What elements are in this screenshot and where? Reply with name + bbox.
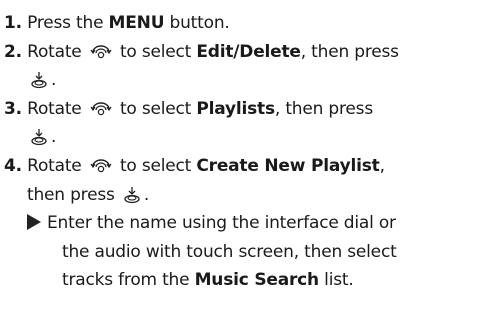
step-2: 2. Rotate to select Edit/Delete, then pr… [4,38,475,67]
step-number: 2. [4,41,22,62]
step-number: 3. [4,98,22,119]
menu-item-label: Create New Playlist [196,155,380,176]
step-text: , then press [274,98,373,119]
step-text: Press the [21,13,109,33]
step-text: Rotate [21,155,87,176]
result-text: tracks from the [62,270,195,291]
press-dial-icon [123,186,141,204]
step-4: 4. Rotate to select Create New Playlist, [4,152,475,181]
step-2-continued: . [4,66,475,95]
press-dial-icon [30,71,48,89]
press-dial-icon [30,128,48,146]
result-line-3: tracks from the Music Search list. [4,266,475,295]
step-3: 3. Rotate to select Playlists, then pres… [4,95,475,124]
step-1: 1. Press the MENU button. [4,9,475,38]
step-text: to select [114,98,197,119]
step-text: , then press [300,41,399,62]
music-search-label: Music Search [194,270,320,291]
period: . [51,127,57,148]
rotate-dial-icon [90,44,112,60]
result-line-2: the audio with touch screen, then select [4,238,475,267]
result-text: the audio with touch screen, then select [62,241,397,262]
menu-button-label: MENU [108,13,165,33]
step-text: , [379,155,385,176]
period: . [143,184,150,205]
menu-item-label: Edit/Delete [196,41,301,62]
step-number: 1. [4,13,22,33]
period: . [51,70,57,91]
result-arrow-icon [27,214,41,231]
step-text: then press [27,184,120,205]
step-text: Rotate [21,98,87,119]
step-text: to select [114,155,197,176]
instruction-steps: 1. Press the MENU button. 2. Rotate to s… [0,0,479,313]
step-4-continued: then press . [4,181,475,210]
rotate-dial-icon [90,101,112,117]
result-text: Enter the name using the interface dial … [47,213,396,234]
rotate-dial-icon [90,158,112,174]
step-text: button. [164,13,230,33]
step-3-continued: . [4,123,475,152]
menu-item-label: Playlists [196,98,275,119]
step-text: Rotate [21,41,87,62]
step-number: 4. [4,155,22,176]
result-text: list. [318,270,354,291]
step-text: to select [114,41,197,62]
result-line-1: Enter the name using the interface dial … [4,209,475,238]
